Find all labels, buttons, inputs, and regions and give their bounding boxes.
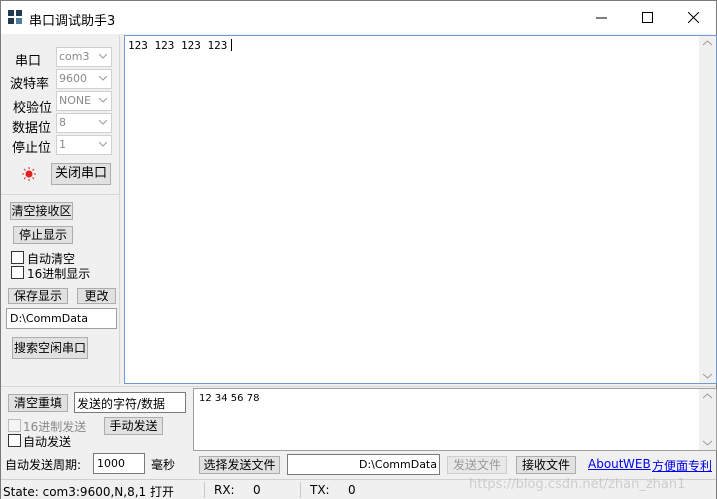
app-icon xyxy=(8,10,22,24)
manual-send-button[interactable]: 手动发送 xyxy=(104,417,163,435)
send-file-path-input[interactable]: D:\CommData xyxy=(287,454,440,475)
stopbits-label: 停止位 xyxy=(12,141,52,156)
auto-clear-checkbox[interactable] xyxy=(11,251,24,264)
close-port-button[interactable]: 关闭串口 xyxy=(51,163,111,185)
save-display-button[interactable]: 保存显示 xyxy=(8,288,68,304)
stopbits-select[interactable]: 1 xyxy=(56,135,112,155)
scroll-down-icon[interactable] xyxy=(703,440,712,446)
hex-display-checkbox[interactable] xyxy=(11,266,24,279)
auto-send-label: 自动发送 xyxy=(23,435,72,449)
send-content: 12 34 56 78 xyxy=(199,393,260,404)
minimize-icon xyxy=(596,17,607,19)
separator xyxy=(1,386,716,387)
clear-receive-button[interactable]: 清空接收区 xyxy=(10,202,73,220)
chevron-down-icon xyxy=(99,54,107,59)
rx-label: RX: xyxy=(214,483,235,497)
send-textarea[interactable]: 12 34 56 78 xyxy=(193,388,717,451)
send-mode-field[interactable]: 发送的字符/数据 xyxy=(74,392,186,413)
send-mode-value: 发送的字符/数据 xyxy=(77,397,166,411)
baud-label: 波特率 xyxy=(10,77,50,92)
send-scrollbar[interactable] xyxy=(699,389,716,450)
web-link[interactable]: WEB xyxy=(623,457,651,471)
close-icon xyxy=(688,12,699,23)
port-label: 串口 xyxy=(15,54,42,69)
send-file-path-value: D:\CommData xyxy=(359,458,437,471)
auto-send-period-input[interactable]: 1000 xyxy=(93,453,145,474)
chevron-down-icon xyxy=(99,98,107,103)
auto-send-checkbox[interactable] xyxy=(8,434,21,447)
hex-display-label: 16进制显示 xyxy=(27,267,91,281)
maximize-icon xyxy=(642,12,653,23)
chevron-down-icon xyxy=(99,142,107,147)
maximize-button[interactable] xyxy=(624,1,670,34)
status-separator xyxy=(300,482,301,498)
baud-select[interactable]: 9600 xyxy=(56,69,112,89)
app-window: 串口调试助手3 串口 com3 波特率 9600 校验位 NONE 数据位 8 … xyxy=(0,0,717,499)
text-caret xyxy=(231,39,233,51)
chevron-down-icon xyxy=(99,76,107,81)
save-path-input[interactable]: D:\CommData xyxy=(6,308,117,329)
about-link[interactable]: About xyxy=(588,457,623,471)
status-separator xyxy=(204,482,205,498)
scroll-up-icon[interactable] xyxy=(703,40,712,46)
receive-textarea[interactable]: 123 123 123 123 xyxy=(124,35,717,384)
separator xyxy=(1,194,119,195)
reset-button[interactable]: 清空重填 xyxy=(8,394,68,412)
tx-label: TX: xyxy=(310,483,330,497)
stop-display-button[interactable]: 停止显示 xyxy=(13,226,73,244)
receive-file-button[interactable]: 接收文件 xyxy=(516,456,576,474)
scroll-down-icon[interactable] xyxy=(703,373,712,379)
title-bar: 串口调试助手3 xyxy=(1,1,716,34)
parity-value: NONE xyxy=(59,94,92,107)
status-state: State: com3:9600,N,8,1 打开 xyxy=(3,485,174,499)
search-ports-button[interactable]: 搜索空闲串口 xyxy=(12,337,88,359)
databits-label: 数据位 xyxy=(12,121,52,136)
send-file-button[interactable]: 发送文件 xyxy=(447,456,507,474)
select-send-file-button[interactable]: 选择发送文件 xyxy=(199,456,280,474)
baud-value: 9600 xyxy=(59,72,87,85)
change-path-button[interactable]: 更改 xyxy=(77,288,116,304)
parity-select[interactable]: NONE xyxy=(56,91,112,111)
save-path-value: D:\CommData xyxy=(10,312,88,325)
watermark: https://blog.csdn.net/zhan_zhan1 xyxy=(469,477,686,492)
period-unit-label: 毫秒 xyxy=(151,458,176,472)
stopbits-value: 1 xyxy=(59,138,66,151)
scroll-up-icon[interactable] xyxy=(703,393,712,399)
chevron-down-icon xyxy=(99,120,107,125)
parity-label: 校验位 xyxy=(13,101,53,116)
databits-value: 8 xyxy=(59,116,66,129)
receive-scrollbar[interactable] xyxy=(699,36,716,383)
port-select[interactable]: com3 xyxy=(56,47,112,67)
patent-link[interactable]: 方便面专利 xyxy=(652,457,712,474)
port-status-indicator-icon xyxy=(22,167,36,181)
rx-value: 0 xyxy=(253,483,261,497)
auto-send-period-label: 自动发送周期: xyxy=(5,458,82,472)
close-window-button[interactable] xyxy=(670,1,716,34)
auto-send-period-value: 1000 xyxy=(97,457,125,470)
tx-value: 0 xyxy=(348,483,356,497)
window-title: 串口调试助手3 xyxy=(29,14,116,29)
hex-send-checkbox[interactable] xyxy=(8,419,21,432)
receive-content: 123 123 123 123 xyxy=(128,39,233,52)
port-value: com3 xyxy=(59,50,90,63)
minimize-button[interactable] xyxy=(578,1,624,34)
panel-divider xyxy=(119,35,120,384)
databits-select[interactable]: 8 xyxy=(56,113,112,133)
